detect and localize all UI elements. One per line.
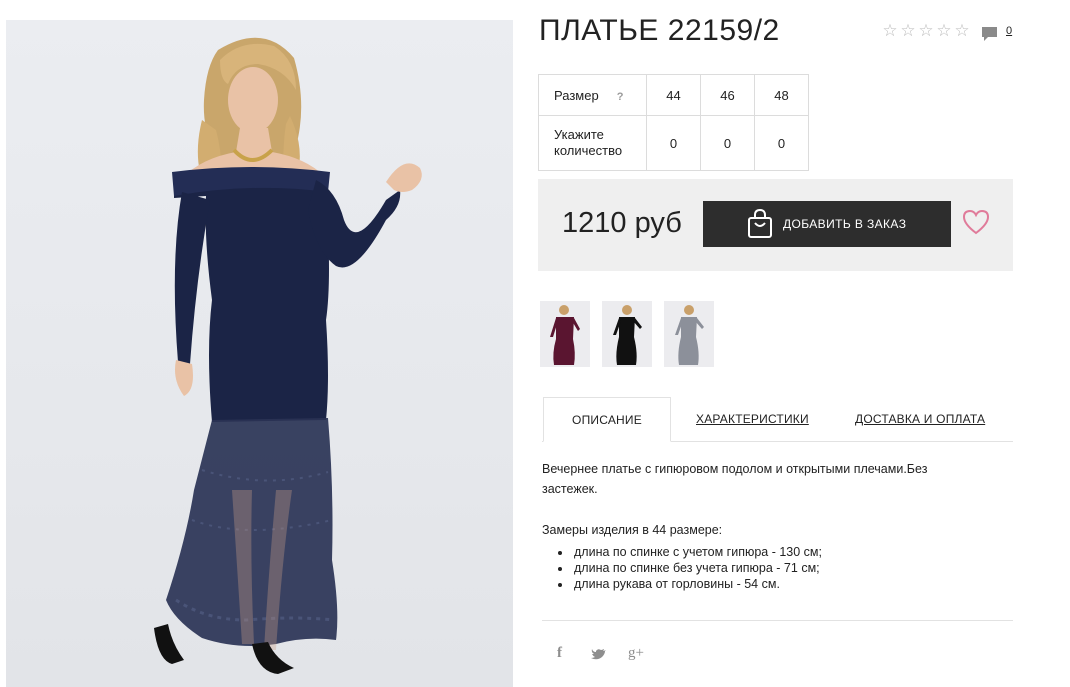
wishlist-heart-icon[interactable] <box>962 209 990 235</box>
rating-stars[interactable]: ☆ ☆ ☆ ☆ ☆ <box>882 22 970 39</box>
add-to-order-button[interactable]: ДОБАВИТЬ В ЗАКАЗ <box>703 201 951 247</box>
comments-count-link[interactable]: 0 <box>1006 25 1012 37</box>
twitter-bird-icon[interactable] <box>591 648 607 661</box>
star-outline-icon[interactable]: ☆ <box>954 22 970 39</box>
comment-icon[interactable] <box>981 25 998 42</box>
measurements-list: длина по спинке с учетом гипюра - 130 см… <box>560 544 822 592</box>
product-title: ПЛАТЬЕ 22159/2 <box>539 14 780 47</box>
dress-black-thumbnail <box>613 305 642 365</box>
thumbnail-burgundy[interactable] <box>540 301 590 367</box>
googleplus-icon[interactable]: g+ <box>628 645 644 662</box>
list-item: длина рукава от горловины - 54 см. <box>572 576 822 592</box>
size-label-cell: Размер? <box>538 74 647 116</box>
quantity-cell-44 <box>646 115 701 171</box>
star-outline-icon[interactable]: ☆ <box>936 22 952 39</box>
dress-grey-thumbnail <box>675 305 704 365</box>
quantity-label: Укажите количество <box>538 115 647 171</box>
shopping-bag-icon <box>748 209 772 238</box>
quantity-input-48[interactable] <box>759 134 804 152</box>
tab-delivery-payment[interactable]: ДОСТАВКА И ОПЛАТА <box>855 412 985 426</box>
dress-burgundy-thumbnail <box>550 305 580 365</box>
star-outline-icon[interactable]: ☆ <box>918 22 934 39</box>
size-44: 44 <box>646 74 701 116</box>
product-price: 1210 руб <box>562 207 682 239</box>
facebook-icon[interactable]: f <box>557 645 562 662</box>
model-dress-illustration <box>154 37 422 674</box>
size-row: Размер? 44 46 48 <box>538 74 809 116</box>
quantity-cell-46 <box>700 115 755 171</box>
star-outline-icon[interactable]: ☆ <box>882 22 898 39</box>
size-help-icon[interactable]: ? <box>617 91 624 103</box>
size-46: 46 <box>700 74 755 116</box>
thumbnail-grey[interactable] <box>664 301 714 367</box>
quantity-input-46[interactable] <box>705 134 750 152</box>
quantity-input-44[interactable] <box>651 134 696 152</box>
product-description: Вечернее платье с гипюровом подолом и от… <box>542 462 928 496</box>
size-label: Размер <box>554 87 599 103</box>
quantity-cell-48 <box>754 115 809 171</box>
star-outline-icon[interactable]: ☆ <box>900 22 916 39</box>
list-item: длина по спинке без учета гипюра - 71 см… <box>572 560 822 576</box>
measurements-title: Замеры изделия в 44 размере: <box>542 523 723 537</box>
tab-characteristics[interactable]: ХАРАКТЕРИСТИКИ <box>696 412 809 426</box>
tab-description[interactable]: ОПИСАНИЕ <box>543 397 671 442</box>
social-divider <box>542 620 1013 621</box>
size-48: 48 <box>754 74 809 116</box>
list-item: длина по спинке с учетом гипюра - 130 см… <box>572 544 822 560</box>
quantity-row: Укажите количество <box>538 115 809 171</box>
size-quantity-table: Размер? 44 46 48 Укажите количество <box>538 74 809 171</box>
main-product-photo[interactable] <box>6 20 513 687</box>
add-to-order-label: ДОБАВИТЬ В ЗАКАЗ <box>783 217 907 231</box>
price-box: 1210 руб ДОБАВИТЬ В ЗАКАЗ <box>538 179 1013 271</box>
thumbnail-black[interactable] <box>602 301 652 367</box>
